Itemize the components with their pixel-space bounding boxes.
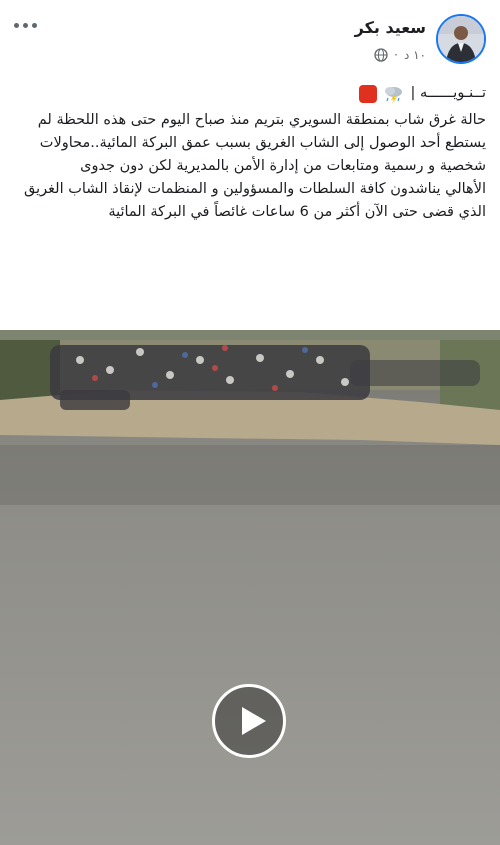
post-body: تــنـويــــــه | حالة غرق شاب بمنطقة الس… [14,82,486,224]
play-icon[interactable] [212,684,286,758]
post-meta: ١٠ د · [374,48,426,62]
dot-icon [23,22,28,28]
post-header: سعيد بكر ١٠ د · [0,0,500,80]
globe-icon [374,48,388,62]
dot-icon [32,22,37,28]
notice-heading: تــنـويــــــه | [14,82,486,105]
video-thumbnail [0,330,500,845]
dot-icon [14,22,19,28]
video-player[interactable] [0,330,500,845]
more-options-button[interactable] [14,18,42,32]
post-paragraph-2: الأهالي يناشدون كافة السلطات والمسؤولين … [24,181,486,220]
red-square-icon [358,84,377,103]
separator-dot: · [394,48,398,62]
thunder-cloud-icon [384,86,402,104]
facebook-post: سعيد بكر ١٠ د · تــنـويــــــه | حالة غر… [0,0,500,845]
profile-photo-icon [438,16,484,62]
author-name[interactable]: سعيد بكر [355,18,426,37]
post-time[interactable]: ١٠ د [404,48,426,62]
notice-title: تــنـويــــــه | [410,85,486,101]
avatar[interactable] [436,14,486,64]
post-paragraph-1: حالة غرق شاب بمنطقة السويري بتريم منذ صب… [37,112,486,174]
